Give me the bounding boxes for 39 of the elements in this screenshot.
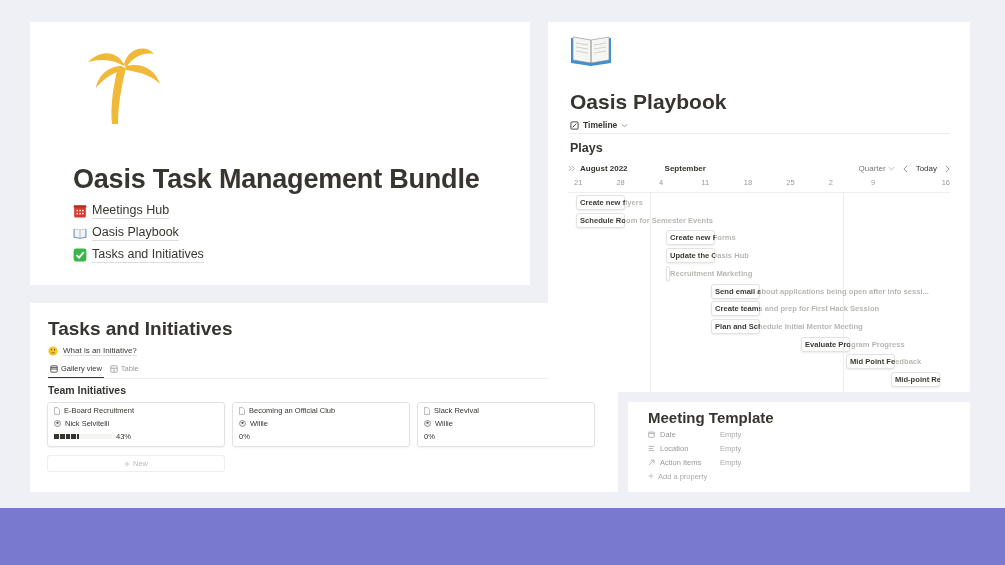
thinking-face-icon: [48, 346, 58, 356]
page-title: Oasis Task Management Bundle: [73, 164, 481, 195]
book-icon: [570, 34, 612, 66]
page-title: Tasks and Initiatives: [48, 318, 234, 340]
table-icon: [109, 364, 118, 373]
section-heading: Plays: [570, 141, 604, 155]
building-icon: [73, 204, 87, 218]
zoom-dropdown[interactable]: Quarter: [858, 164, 895, 173]
previous-icon[interactable]: [902, 164, 908, 173]
arrow-icon: [648, 458, 655, 466]
plus-icon: [124, 460, 130, 467]
next-icon[interactable]: [945, 164, 950, 173]
today-button[interactable]: Today: [915, 164, 937, 173]
chevron-down-icon: [887, 166, 895, 171]
page-icon: [239, 406, 245, 415]
page-icon: [54, 406, 60, 415]
avatar-icon: [54, 420, 61, 427]
avatar-icon: [239, 420, 246, 427]
month-label: September: [664, 164, 706, 173]
page-link[interactable]: Tasks and Initiatives: [92, 247, 204, 263]
check-icon: [73, 248, 87, 262]
section-heading: Team Initiatives: [48, 384, 127, 396]
page-link[interactable]: Meetings Hub: [92, 203, 170, 219]
timeline-icon: [570, 120, 579, 130]
avatar-icon: [424, 420, 431, 427]
calendar-icon: [648, 430, 655, 438]
plus-icon: [648, 473, 654, 479]
page-title: Meeting Template: [648, 409, 775, 426]
page-title: Oasis Playbook: [570, 90, 728, 114]
page-link[interactable]: Oasis Playbook: [92, 225, 179, 241]
chevron-down-icon: [621, 122, 629, 128]
callout-link[interactable]: What is an Initiative?: [63, 346, 137, 356]
double-chevron-icon[interactable]: [568, 165, 576, 172]
page-icon: [424, 406, 430, 415]
text-lines-icon: [648, 444, 655, 452]
month-label: August 2022: [580, 164, 628, 173]
view-selector[interactable]: Timeline: [570, 120, 629, 130]
book-icon: [73, 226, 87, 240]
gallery-icon: [50, 364, 58, 373]
